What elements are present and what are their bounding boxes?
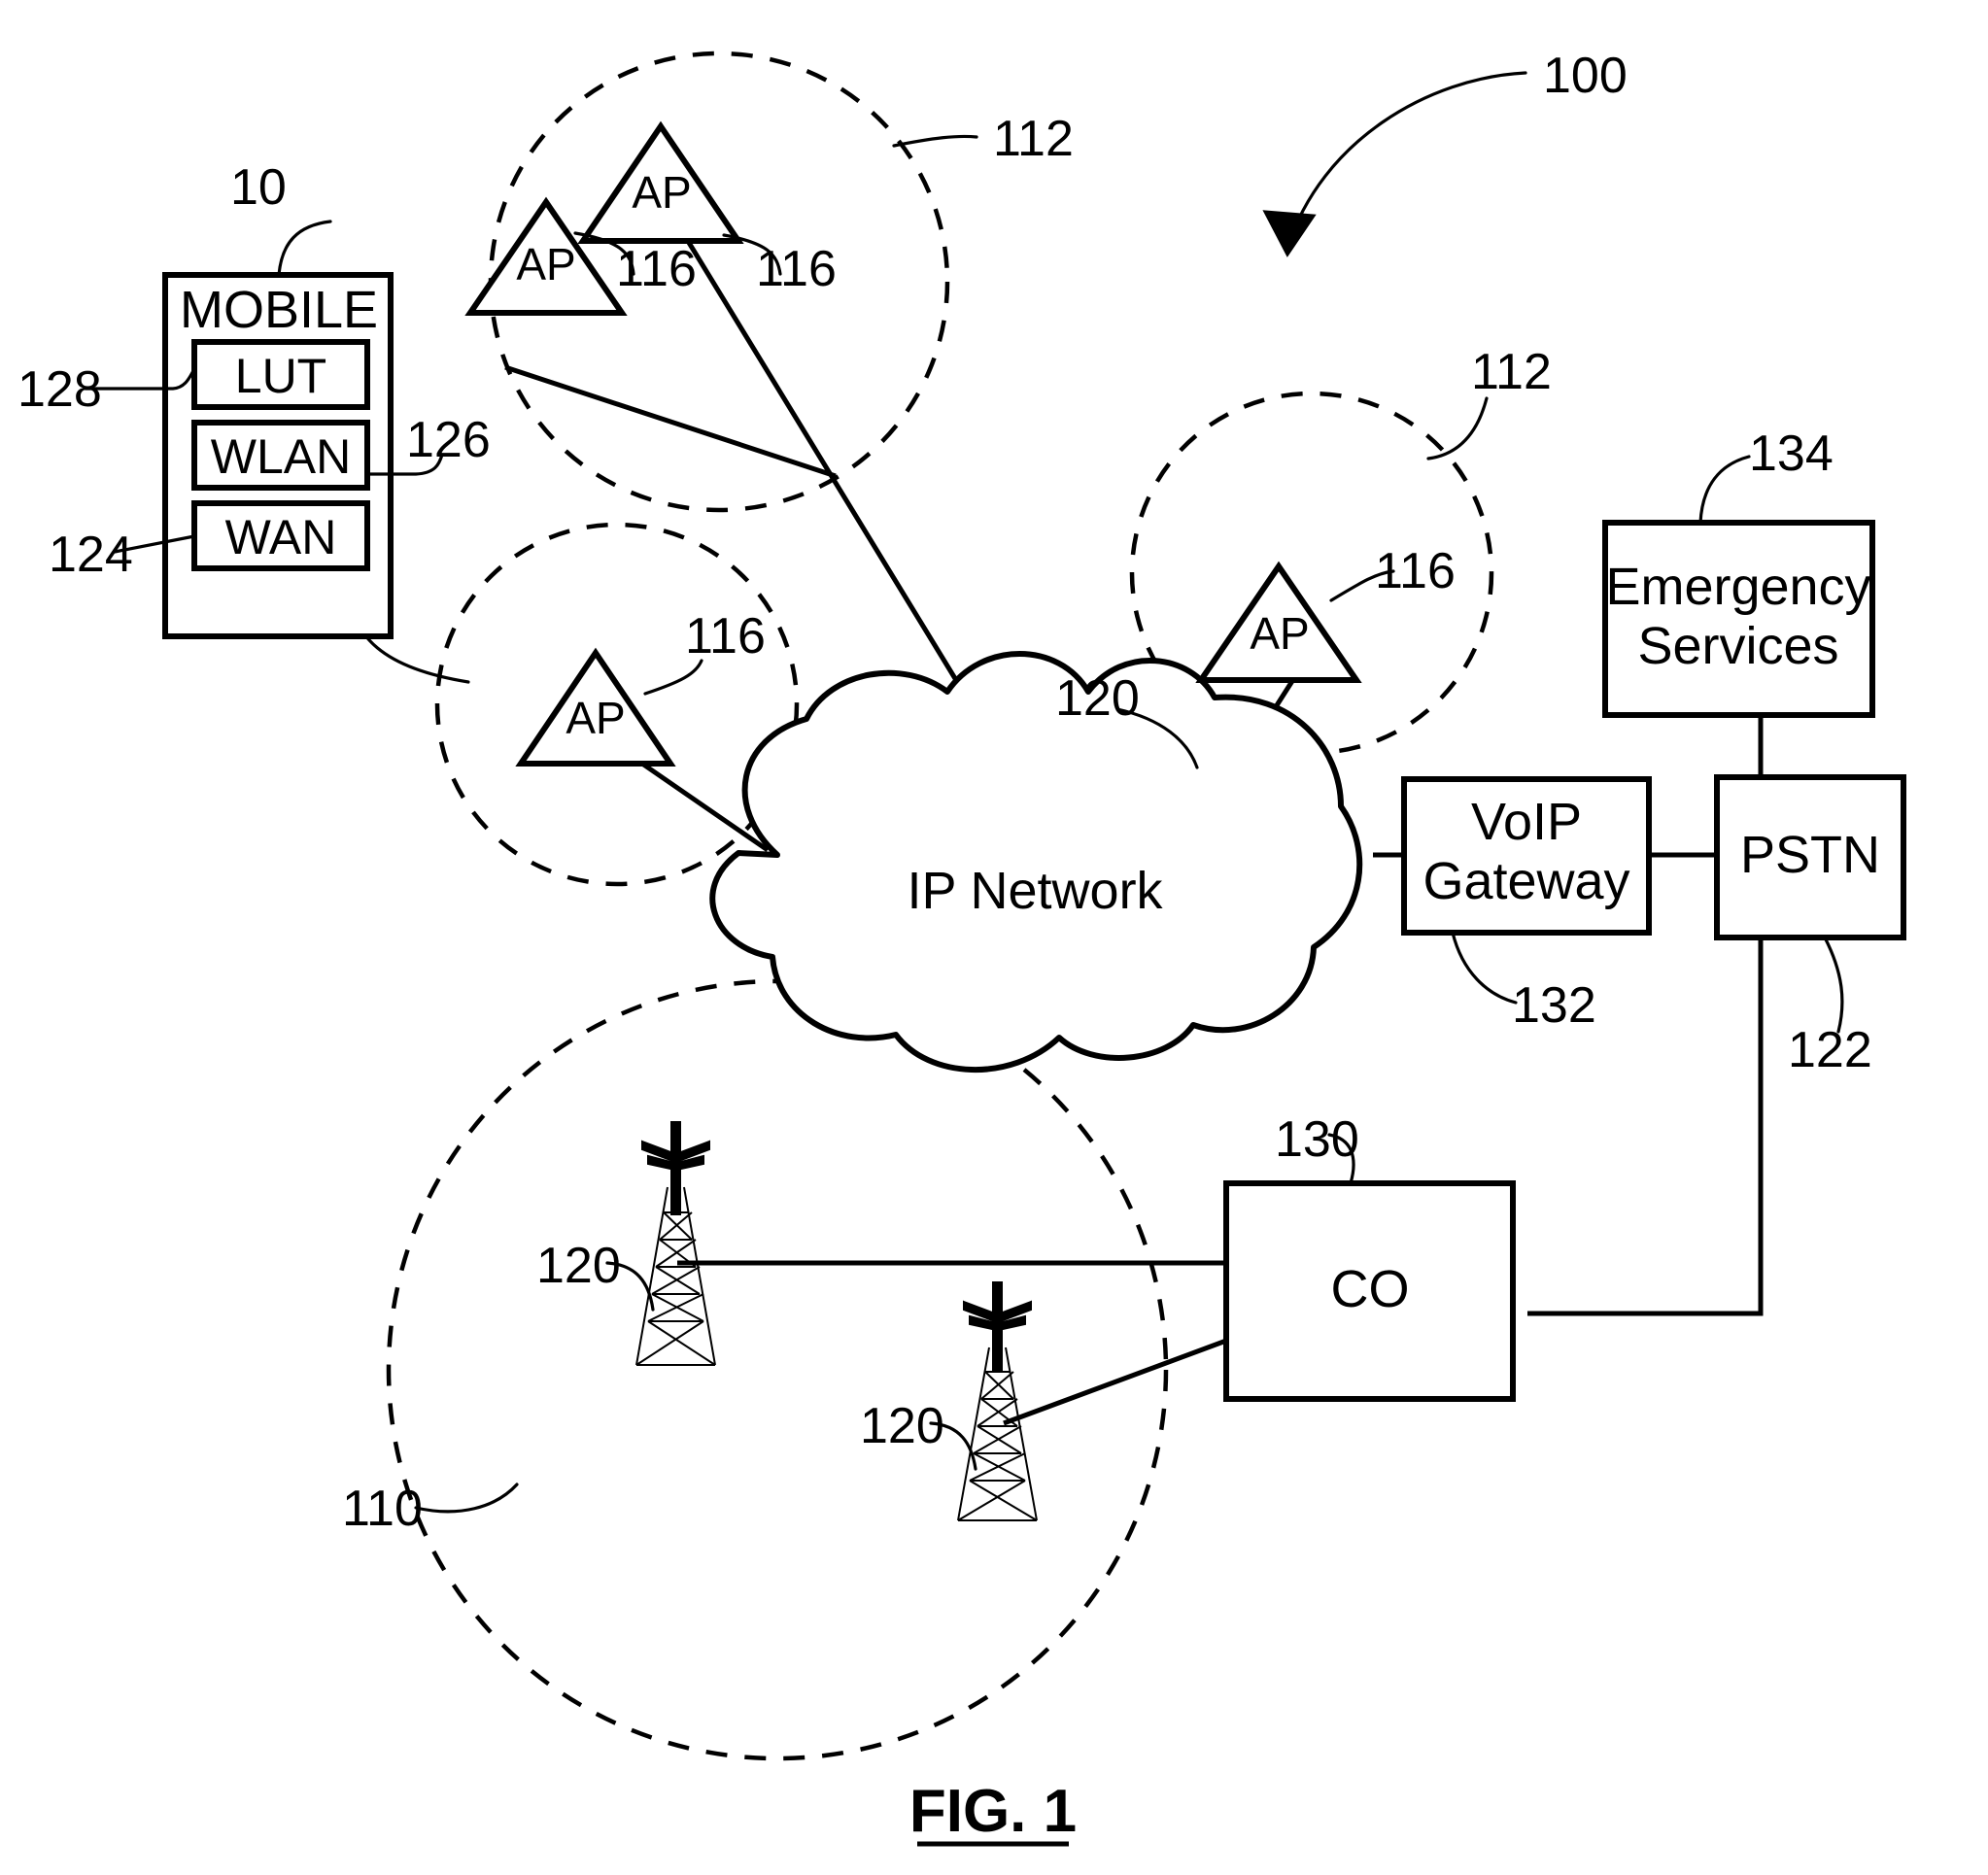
pstn-label: PSTN bbox=[1740, 826, 1880, 884]
ref-10-mobile: 10 bbox=[230, 159, 287, 216]
wlan-module-label: WLAN bbox=[211, 429, 351, 484]
ref-122-pstn: 122 bbox=[1788, 1022, 1872, 1078]
access-point-left[interactable]: AP bbox=[515, 647, 676, 767]
arrowhead bbox=[1262, 210, 1317, 257]
figure-caption: FIG. 1 bbox=[909, 1778, 1077, 1845]
access-point-top-1[interactable]: AP bbox=[577, 120, 744, 244]
ref-120-tower-2: 120 bbox=[860, 1398, 944, 1454]
ref-128-lut: 128 bbox=[17, 361, 102, 418]
wan-cell-boundary bbox=[386, 978, 1169, 1761]
ref-134-emergency: 134 bbox=[1749, 426, 1834, 482]
leader-wan-cell-110 bbox=[414, 1483, 519, 1514]
link-ap-top2-to-cloud bbox=[504, 364, 837, 479]
ref-120-cloud: 120 bbox=[1055, 670, 1140, 727]
ref-130-co: 130 bbox=[1275, 1111, 1359, 1168]
ref-116-ap-right: 116 bbox=[1375, 543, 1456, 599]
ref-112-cell-right: 112 bbox=[1471, 344, 1552, 400]
access-point-label: AP bbox=[1250, 608, 1309, 659]
ref-120-tower-1: 120 bbox=[536, 1238, 621, 1294]
access-point-label: AP bbox=[632, 167, 691, 218]
leader-ap-left bbox=[643, 659, 703, 696]
central-office-label: CO bbox=[1331, 1260, 1410, 1318]
leader-pstn-122 bbox=[1823, 936, 1844, 1034]
base-station-tower-2[interactable] bbox=[957, 1281, 1038, 1521]
emergency-services-label-line2: Services bbox=[1637, 617, 1838, 675]
emergency-services-label-line1: Emergency bbox=[1605, 558, 1870, 616]
voip-gateway-label-line1: VoIP bbox=[1471, 793, 1582, 851]
ref-100-system: 100 bbox=[1543, 48, 1628, 104]
leader-cell-right bbox=[1426, 396, 1489, 460]
voip-gateway-label-line2: Gateway bbox=[1422, 852, 1629, 910]
wan-module-label: WAN bbox=[225, 510, 337, 564]
access-point-right[interactable]: AP bbox=[1195, 561, 1362, 683]
system-ref-arrow bbox=[1262, 71, 1527, 257]
ref-124-wan: 124 bbox=[49, 527, 133, 583]
ref-126-wlan: 126 bbox=[406, 412, 491, 468]
leader-voip-132 bbox=[1451, 931, 1518, 1005]
mobile-device-title: MOBILE bbox=[180, 281, 378, 339]
access-point-label: AP bbox=[516, 239, 575, 290]
patent-figure: AP 116 AP 116 112 AP 116 112 AP 116 bbox=[0, 0, 1988, 1875]
ref-116-ap-top-1: 116 bbox=[756, 241, 837, 297]
access-point-label: AP bbox=[566, 693, 625, 743]
leader-emergency-134 bbox=[1698, 455, 1751, 525]
figure-canvas: AP 116 AP 116 112 AP 116 112 AP 116 bbox=[17, 48, 1906, 1847]
link-tower2-to-co bbox=[1003, 1338, 1227, 1426]
ref-116-ap-top-2: 116 bbox=[616, 241, 697, 297]
leader-cell-top bbox=[892, 134, 978, 148]
base-station-tower-1[interactable] bbox=[635, 1121, 716, 1366]
ref-132-voip: 132 bbox=[1512, 977, 1596, 1034]
ip-network-label: IP Network bbox=[907, 862, 1163, 920]
ref-110-wan-cell: 110 bbox=[342, 1481, 423, 1537]
leader-mobile-10 bbox=[277, 220, 332, 277]
ref-112-cell-top: 112 bbox=[993, 111, 1074, 167]
ref-116-ap-left: 116 bbox=[685, 608, 766, 665]
lut-module-label: LUT bbox=[235, 349, 326, 403]
